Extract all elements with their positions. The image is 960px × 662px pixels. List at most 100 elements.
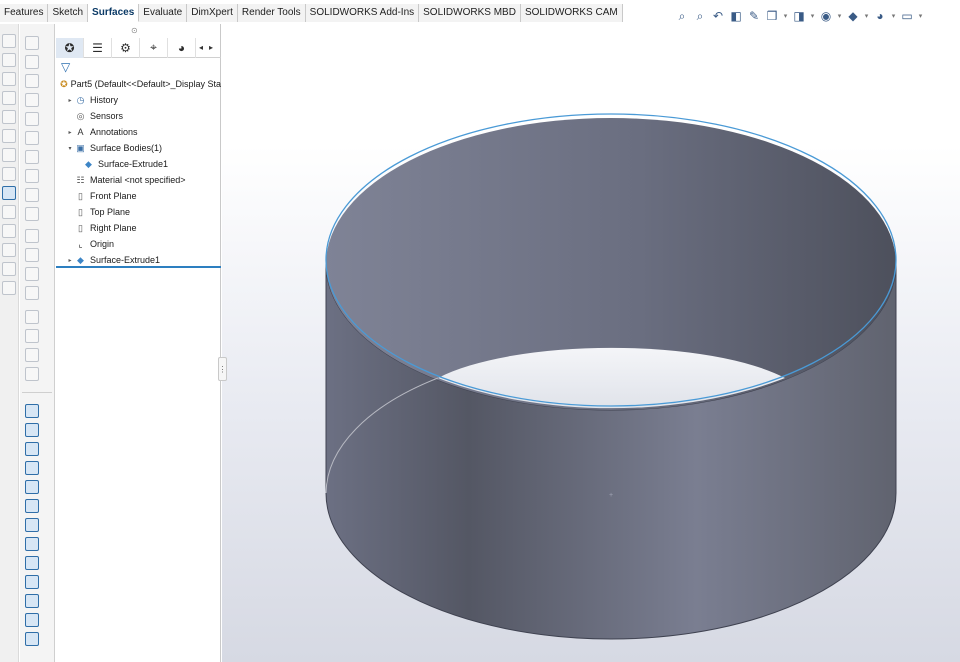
sketch-command-icon[interactable] xyxy=(25,188,39,202)
tree-node-sensors[interactable]: ◎ Sensors xyxy=(56,108,221,124)
display-style-icon[interactable]: ◨ xyxy=(791,8,807,24)
tree-node-top-plane[interactable]: ▯ Top Plane xyxy=(56,204,221,220)
tab-surfaces[interactable]: Surfaces xyxy=(88,4,140,22)
hide-show-items-icon[interactable]: ◉ xyxy=(818,8,834,24)
view-settings-icon[interactable]: ▭ xyxy=(899,8,915,24)
sketch-command-icon[interactable] xyxy=(25,112,39,126)
feature-command-icon[interactable] xyxy=(2,72,16,86)
configuration-manager-icon[interactable]: ⚙ xyxy=(112,37,140,58)
tab-solidworks-mbd[interactable]: SOLIDWORKS MBD xyxy=(419,4,521,22)
feature-command-icon[interactable] xyxy=(2,91,16,105)
sketch-command-icon[interactable] xyxy=(25,310,39,324)
sketch-command-icon[interactable] xyxy=(25,131,39,145)
sketch-command-icon[interactable] xyxy=(25,150,39,164)
scroll-left-icon[interactable]: ◂ xyxy=(196,38,206,58)
tree-node-surface-extrude1[interactable]: ◆ Surface-Extrude1 xyxy=(56,156,221,172)
surface-command-icon[interactable] xyxy=(25,423,39,437)
panel-splitter-handle[interactable]: ⋮ xyxy=(218,357,227,381)
scroll-right-icon[interactable]: ▸ xyxy=(206,38,216,58)
material-icon: ☷ xyxy=(76,174,85,185)
property-manager-icon[interactable]: ☰ xyxy=(84,37,112,58)
feature-command-icon[interactable] xyxy=(2,148,16,162)
surface-command-icon[interactable] xyxy=(25,556,39,570)
dropdown-caret-icon[interactable]: ▾ xyxy=(809,12,816,20)
feature-command-icon[interactable] xyxy=(2,205,16,219)
model-view[interactable]: + xyxy=(222,0,960,662)
filter-icon[interactable]: ▽ xyxy=(61,60,70,74)
feature-command-icon[interactable] xyxy=(2,262,16,276)
tab-solidworks-add-ins[interactable]: SOLIDWORKS Add-Ins xyxy=(305,4,420,22)
surface-command-icon[interactable] xyxy=(25,613,39,627)
tree-node-right-plane[interactable]: ▯ Right Plane xyxy=(56,220,221,236)
tab-evaluate[interactable]: Evaluate xyxy=(139,4,188,22)
dropdown-caret-icon[interactable]: ▾ xyxy=(890,12,897,20)
feature-command-icon[interactable] xyxy=(2,243,16,257)
tree-node-part5-default-default-display-sta[interactable]: ✪ Part5 (Default<<Default>_Display Sta xyxy=(56,76,221,92)
dimxpert-manager-icon[interactable]: ⌖ xyxy=(140,37,168,58)
surface-command-icon[interactable] xyxy=(25,461,39,475)
surface-command-icon[interactable] xyxy=(25,499,39,513)
expand-caret-icon[interactable]: ▾ xyxy=(66,145,74,152)
expand-caret-icon[interactable]: ▸ xyxy=(66,97,74,104)
tree-node-front-plane[interactable]: ▯ Front Plane xyxy=(56,188,221,204)
sketch-command-icon[interactable] xyxy=(25,267,39,281)
sketch-command-icon[interactable] xyxy=(25,74,39,88)
sketch-command-icon[interactable] xyxy=(25,348,39,362)
sketch-command-icon[interactable] xyxy=(25,55,39,69)
display-manager-icon[interactable]: ◕ xyxy=(168,37,196,58)
sketch-command-icon[interactable] xyxy=(25,229,39,243)
surface-command-icon[interactable] xyxy=(25,575,39,589)
surface-command-icon[interactable] xyxy=(25,594,39,608)
feature-command-icon[interactable] xyxy=(2,167,16,181)
tab-dimxpert[interactable]: DimXpert xyxy=(187,4,238,22)
zoom-to-fit-icon[interactable]: ⌕ xyxy=(674,8,690,24)
sketch-command-icon[interactable] xyxy=(25,248,39,262)
tree-node-material-not-specified[interactable]: ☷ Material <not specified> xyxy=(56,172,221,188)
feature-command-icon[interactable] xyxy=(2,129,16,143)
view-orientation-icon[interactable]: ❒ xyxy=(764,8,780,24)
tree-node-history[interactable]: ▸ ◷ History xyxy=(56,92,221,108)
feature-command-icon[interactable] xyxy=(2,53,16,67)
graphics-area[interactable]: + xyxy=(222,0,960,662)
feature-manager-tree-icon[interactable]: ✪ xyxy=(56,37,84,58)
surface-command-icon[interactable] xyxy=(25,632,39,646)
sketch-command-icon[interactable] xyxy=(25,286,39,300)
previous-view-icon[interactable]: ↶ xyxy=(710,8,726,24)
feature-command-icon[interactable] xyxy=(2,224,16,238)
tree-node-origin[interactable]: ⌞ Origin xyxy=(56,236,221,252)
edit-appearance-icon[interactable]: ◆ xyxy=(845,8,861,24)
sketch-command-icon[interactable] xyxy=(25,36,39,50)
sketch-command-icon[interactable] xyxy=(25,329,39,343)
sketch-command-icon[interactable] xyxy=(25,93,39,107)
surface-command-icon[interactable] xyxy=(25,442,39,456)
surface-command-icon[interactable] xyxy=(25,518,39,532)
feature-command-icon[interactable] xyxy=(2,34,16,48)
expand-caret-icon[interactable]: ▸ xyxy=(66,257,74,264)
sketch-command-icon[interactable] xyxy=(25,169,39,183)
tab-sketch[interactable]: Sketch xyxy=(48,4,89,22)
sketch-command-icon[interactable] xyxy=(25,367,39,381)
feature-command-icon[interactable] xyxy=(2,281,16,295)
surface-command-icon[interactable] xyxy=(25,404,39,418)
tree-node-annotations[interactable]: ▸ A Annotations xyxy=(56,124,221,140)
dropdown-caret-icon[interactable]: ▾ xyxy=(863,12,870,20)
section-view-icon[interactable]: ◧ xyxy=(728,8,744,24)
tab-features[interactable]: Features xyxy=(0,4,49,22)
feature-command-icon[interactable] xyxy=(2,186,16,200)
dropdown-caret-icon[interactable]: ▾ xyxy=(782,12,789,20)
surface-command-icon[interactable] xyxy=(25,480,39,494)
dropdown-caret-icon[interactable]: ▾ xyxy=(836,12,843,20)
panel-grip-icon[interactable]: ⊙ xyxy=(131,26,138,35)
dropdown-caret-icon[interactable]: ▾ xyxy=(917,12,924,20)
rollback-bar[interactable] xyxy=(56,266,221,268)
tab-render-tools[interactable]: Render Tools xyxy=(237,4,306,22)
tree-node-surface-bodies-1[interactable]: ▾ ▣ Surface Bodies(1) xyxy=(56,140,221,156)
sketch-command-icon[interactable] xyxy=(25,207,39,221)
expand-caret-icon[interactable]: ▸ xyxy=(66,129,74,136)
apply-scene-icon[interactable]: ◕ xyxy=(872,8,888,24)
zoom-to-area-icon[interactable]: ⌕ xyxy=(692,8,708,24)
feature-command-icon[interactable] xyxy=(2,110,16,124)
surface-command-icon[interactable] xyxy=(25,537,39,551)
tab-solidworks-cam[interactable]: SOLIDWORKS CAM xyxy=(520,4,623,22)
dynamic-annotation-icon[interactable]: ✎ xyxy=(746,8,762,24)
